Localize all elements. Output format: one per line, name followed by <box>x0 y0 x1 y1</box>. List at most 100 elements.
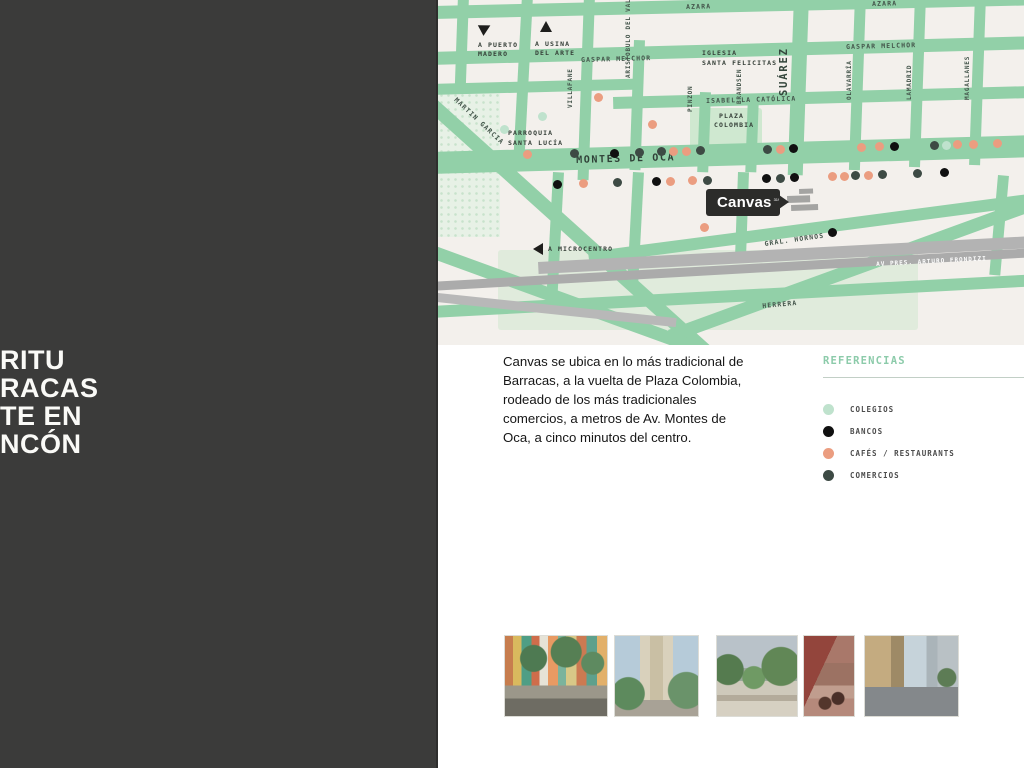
poi-dot-cafe <box>840 172 849 181</box>
legend-item: COLEGIOS <box>823 398 955 420</box>
poi-dot-banco <box>890 142 899 151</box>
poi-dot-comercio <box>696 146 705 155</box>
map-street <box>438 78 642 95</box>
photo-plaza-colombia[interactable] <box>716 635 798 717</box>
canvas-map-marker: Canvas 319 <box>706 189 780 216</box>
photo-colorful-street-facades[interactable] <box>504 635 608 717</box>
legend-label: COLEGIOS <box>850 405 894 414</box>
street-label: COLOMBIA <box>714 121 754 129</box>
poi-dot-cafe <box>993 139 1002 148</box>
poi-dot-cafe <box>857 143 866 152</box>
poi-dot-banco <box>790 173 799 182</box>
street-label: OLAVARRÍA <box>846 60 853 100</box>
poi-dot-cafe <box>523 150 532 159</box>
legend-dot-colegio <box>823 404 834 415</box>
poi-dot-banco <box>789 144 798 153</box>
poi-dot-comercio <box>930 141 939 150</box>
map-legend: COLEGIOS BANCOS CAFÉS / RESTAURANTS COMERCI… <box>823 398 955 486</box>
puerto-madero-direction-icon <box>478 20 493 36</box>
poi-dot-cafe <box>688 176 697 185</box>
poi-dot-comercio <box>776 174 785 183</box>
map-street <box>613 86 1024 109</box>
poi-dot-comercio <box>703 176 712 185</box>
poi-dot-cafe <box>682 147 691 156</box>
poi-dot-comercio <box>570 149 579 158</box>
photo-iglesia-santa-felicitas[interactable] <box>614 635 699 717</box>
references-title: REFERENCIAS <box>823 355 906 367</box>
street-label: BRANDSEN <box>736 69 743 104</box>
poi-dot-comercio <box>851 171 860 180</box>
street-label: LAMADRID <box>906 65 913 100</box>
poi-dot-banco <box>652 177 661 186</box>
poi-dot-colegio <box>538 112 547 121</box>
poi-dot-banco <box>940 168 949 177</box>
street-label: VILLAFAÑE <box>567 68 574 108</box>
poi-dot-cafe <box>666 177 675 186</box>
legend-dot-comercio <box>823 470 834 481</box>
legend-label: CAFÉS / RESTAURANTS <box>850 449 955 458</box>
street-label: DEL ARTE <box>535 49 575 57</box>
poi-dot-cafe <box>828 172 837 181</box>
canvas-marker-label: Canvas <box>717 194 772 211</box>
poi-dot-banco <box>553 180 562 189</box>
photo-cafe-storefront[interactable] <box>803 635 855 717</box>
page-title-line: RITU <box>0 346 99 374</box>
poi-dot-cafe <box>700 223 709 232</box>
legend-label: COMERCIOS <box>850 471 900 480</box>
street-label: A PUERTO <box>478 41 518 49</box>
legend-item: BANCOS <box>823 420 955 442</box>
canvas-building-footprint <box>799 189 813 194</box>
street-label: MAGALLANES <box>964 56 971 100</box>
poi-dot-comercio <box>613 178 622 187</box>
street-label: AZARA <box>872 0 897 8</box>
poi-dot-colegio <box>500 125 509 134</box>
poi-dot-colegio <box>942 141 951 150</box>
canvas-building-footprint <box>787 195 810 203</box>
location-description: Canvas se ubica en lo más tradicional de… <box>503 352 751 447</box>
marker-pointer-icon <box>779 195 789 209</box>
poi-dot-banco <box>828 228 837 237</box>
street-label: IGLESIA <box>702 49 737 57</box>
poi-dot-cafe <box>953 140 962 149</box>
canvas-building-footprint <box>791 204 818 211</box>
references-divider <box>823 377 1024 378</box>
left-panel: RITU RACAS TE EN NCÓN <box>0 0 438 768</box>
street-label: AZARA <box>686 2 711 11</box>
poi-dot-cafe <box>969 140 978 149</box>
legend-dot-banco <box>823 426 834 437</box>
street-label: PARROQUIA <box>508 129 553 137</box>
usina-del-arte-direction-icon <box>540 21 552 32</box>
poi-dot-banco <box>762 174 771 183</box>
legend-item: CAFÉS / RESTAURANTS <box>823 442 955 464</box>
street-label: SUÁREZ <box>778 47 790 96</box>
page-title-line: TE EN <box>0 402 99 430</box>
poi-dot-cafe <box>594 93 603 102</box>
street-label: ARISTÓBULO DEL VALLE <box>625 0 632 78</box>
page-title-line: RACAS <box>0 374 99 402</box>
legend-label: BANCOS <box>850 427 883 436</box>
page-title: RITU RACAS TE EN NCÓN <box>0 346 99 458</box>
street-label: SANTA LUCÍA <box>508 139 563 147</box>
photo-avenida-montes-de-oca[interactable] <box>864 635 959 717</box>
poi-dot-banco <box>610 149 619 158</box>
poi-dot-comercio <box>913 169 922 178</box>
poi-dot-comercio <box>878 170 887 179</box>
microcentro-direction-icon <box>533 243 543 255</box>
street-label: SANTA FELICITAS <box>702 59 777 67</box>
poi-dot-cafe <box>669 147 678 156</box>
map-street <box>455 0 469 90</box>
neighborhood-map: AZARAAZARAGASPAR MELCHORGASPAR MELCHORIG… <box>438 0 1024 345</box>
page-title-line: NCÓN <box>0 430 99 458</box>
page: RITU RACAS TE EN NCÓN <box>0 0 1024 768</box>
street-label: A MICROCENTRO <box>548 245 613 253</box>
poi-dot-comercio <box>657 147 666 156</box>
street-label: A USINA <box>535 40 570 48</box>
legend-dot-cafe <box>823 448 834 459</box>
poi-dot-cafe <box>648 120 657 129</box>
street-label: MADERO <box>478 50 508 58</box>
poi-dot-cafe <box>776 145 785 154</box>
poi-dot-cafe <box>875 142 884 151</box>
poi-dot-comercio <box>635 148 644 157</box>
street-label: PLAZA <box>719 112 744 120</box>
street-label: PINZÓN <box>687 86 694 112</box>
